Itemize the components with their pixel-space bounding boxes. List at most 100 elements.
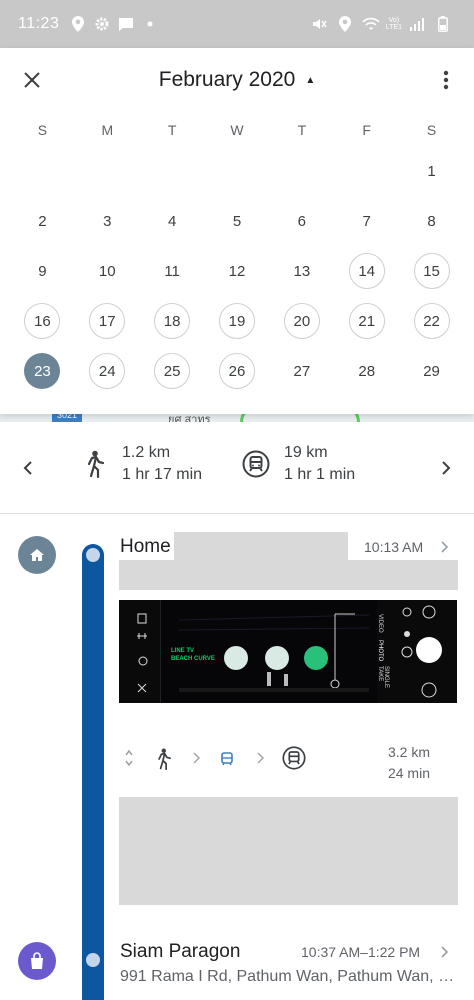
status-bar: 11:23 Vo) LTE1 <box>0 0 474 48</box>
mode-single-take-label: SINGLE TAKE <box>377 666 389 689</box>
day-cell[interactable]: 26 <box>205 346 270 396</box>
day-summary: 1.2 km 1 hr 17 min 19 km 1 hr 1 min <box>0 422 474 514</box>
day-cell[interactable]: 11 <box>140 246 205 296</box>
chevron-right-icon <box>442 461 451 475</box>
day-cell[interactable]: 17 <box>75 296 140 346</box>
day-cell[interactable]: 21 <box>334 296 399 346</box>
more-vert-icon <box>443 70 449 90</box>
day-cell[interactable]: 23 <box>10 346 75 396</box>
day-cell[interactable]: 16 <box>10 296 75 346</box>
day-number: 14 <box>348 253 385 289</box>
walk-duration: 1 hr 17 min <box>122 466 203 483</box>
weekday-row: SMTWTFS <box>0 114 474 146</box>
day-number: 25 <box>154 353 191 389</box>
day-cell-empty <box>140 146 205 196</box>
network-label-top: Vo) <box>388 17 400 24</box>
stage-title-2: BEACH CURVE <box>171 656 215 662</box>
day-number: 3 <box>103 212 112 230</box>
transit-icon <box>238 446 274 482</box>
settings-icon <box>93 15 111 33</box>
timeline-end-dot <box>86 953 100 967</box>
day-cell[interactable]: 24 <box>75 346 140 396</box>
home-chevron-button[interactable] <box>438 540 450 554</box>
segment-duration: 24 min <box>387 765 430 781</box>
day-number: 7 <box>362 212 371 230</box>
timeline-track <box>82 544 104 1000</box>
battery-icon <box>434 15 452 33</box>
date-picker: February 2020 ▲ SMTWTFS 1 2 3 4 5 6 7 8 9 10 11 12 13… <box>0 48 474 414</box>
day-grid: 1 2 3 4 5 6 7 8 9 10 11 12 13 14 15 16 17 18 19 20 21 22 23 24 2… <box>0 146 474 396</box>
destination-name[interactable]: Siam Paragon <box>120 941 240 963</box>
transit-distance: 19 km <box>284 444 328 461</box>
chevron-right-icon <box>441 541 448 553</box>
day-cell[interactable]: 20 <box>269 296 334 346</box>
month-selector[interactable]: February 2020 ▲ <box>0 68 474 92</box>
day-number: 23 <box>24 353 61 389</box>
day-number: 1 <box>427 162 436 180</box>
next-day-button[interactable] <box>418 422 474 514</box>
day-cell[interactable]: 8 <box>399 196 464 246</box>
day-number: 10 <box>98 262 116 280</box>
previous-day-button[interactable] <box>0 422 56 514</box>
day-cell[interactable]: 12 <box>205 246 270 296</box>
weekday-label: T <box>297 122 307 138</box>
mute-icon <box>310 15 328 33</box>
day-cell[interactable]: 15 <box>399 246 464 296</box>
day-cell-empty <box>10 146 75 196</box>
day-cell[interactable]: 18 <box>140 296 205 346</box>
weekday-label: T <box>167 122 177 138</box>
status-time: 11:23 <box>18 15 60 32</box>
calendar-header: February 2020 ▲ <box>0 48 474 114</box>
chevron-right-icon <box>256 752 264 764</box>
day-cell[interactable]: 9 <box>10 246 75 296</box>
more-options-button[interactable] <box>434 66 458 94</box>
day-cell[interactable]: 28 <box>334 346 399 396</box>
day-cell[interactable]: 7 <box>334 196 399 246</box>
location-icon <box>336 15 354 33</box>
travel-segment[interactable]: 3.2 km 24 min <box>120 742 460 782</box>
wifi-icon <box>362 15 380 33</box>
chevron-left-icon <box>23 461 32 475</box>
day-cell[interactable]: 22 <box>399 296 464 346</box>
day-number: 11 <box>164 262 180 280</box>
destination-chevron-button[interactable] <box>438 945 450 959</box>
day-cell[interactable]: 4 <box>140 196 205 246</box>
day-cell[interactable]: 1 <box>399 146 464 196</box>
day-cell[interactable]: 27 <box>269 346 334 396</box>
day-cell[interactable]: 29 <box>399 346 464 396</box>
day-cell-empty <box>269 146 334 196</box>
home-arrival-time: 10:13 AM <box>364 539 424 555</box>
day-number: 9 <box>38 262 47 280</box>
day-cell[interactable]: 6 <box>269 196 334 246</box>
day-cell[interactable]: 2 <box>10 196 75 246</box>
photo-thumbnail[interactable]: LINE TV BEACH CURVE VIDEO PHOTO SINGLE T… <box>119 600 457 703</box>
day-number: 19 <box>218 303 255 339</box>
day-cell[interactable]: 14 <box>334 246 399 296</box>
redacted-map-block <box>119 797 458 905</box>
network-label-bottom: LTE1 <box>385 24 402 31</box>
day-cell[interactable]: 25 <box>140 346 205 396</box>
bus-icon <box>220 752 234 766</box>
day-cell[interactable]: 5 <box>205 196 270 246</box>
day-number: 8 <box>427 212 436 230</box>
stage-title-1: LINE TV <box>171 648 195 654</box>
day-number: 21 <box>348 303 385 339</box>
day-cell[interactable]: 3 <box>75 196 140 246</box>
day-number: 17 <box>89 303 126 339</box>
weekday-label: S <box>426 122 437 138</box>
weekday-label: F <box>362 122 371 138</box>
day-number: 6 <box>297 212 307 230</box>
message-icon <box>117 15 135 33</box>
dot-icon <box>141 15 159 33</box>
day-cell[interactable]: 10 <box>75 246 140 296</box>
day-cell[interactable]: 19 <box>205 296 270 346</box>
walk-icon <box>76 446 112 482</box>
home-place-name[interactable]: Home <box>120 536 171 558</box>
month-title: February 2020 <box>158 68 296 91</box>
expand-collapse-icon[interactable] <box>124 748 134 768</box>
day-cell[interactable]: 13 <box>269 246 334 296</box>
day-number: 12 <box>228 262 246 280</box>
walk-icon <box>154 748 172 770</box>
redacted-address <box>119 560 458 590</box>
weekday-label: M <box>101 122 114 138</box>
